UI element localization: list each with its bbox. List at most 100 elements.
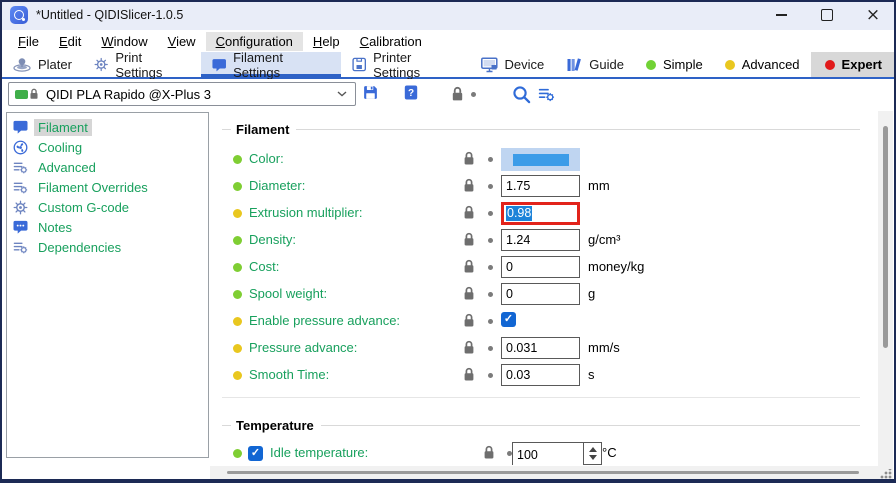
search-button[interactable] <box>512 85 531 104</box>
horizontal-scrollbar[interactable] <box>210 466 878 479</box>
sidebar-item-label: Dependencies <box>34 239 125 256</box>
guide-books-icon <box>566 57 582 73</box>
maximize-button[interactable] <box>804 0 850 30</box>
close-button[interactable]: × <box>850 0 896 30</box>
close-icon: × <box>866 7 880 24</box>
spinner-buttons[interactable] <box>583 443 601 464</box>
section-header-filament: Filament <box>222 118 860 140</box>
tab-filament-settings[interactable]: Filament Settings <box>201 52 341 77</box>
advanced-mode-dot-icon <box>725 60 735 70</box>
tab-print-settings[interactable]: Print Settings <box>83 52 201 77</box>
setting-label: Extrusion multiplier: <box>249 205 362 220</box>
setting-label: Idle temperature: <box>270 445 368 460</box>
enable-pressure-advance-checkbox[interactable]: ✓ <box>501 312 516 327</box>
expert-mode-dot-icon <box>825 60 835 70</box>
lock-icon[interactable] <box>463 286 475 301</box>
mode-advanced[interactable]: Advanced <box>714 52 811 77</box>
app-logo-icon <box>10 6 28 24</box>
sidebar-item-notes[interactable]: Notes <box>7 217 208 237</box>
diameter-input[interactable] <box>501 175 580 197</box>
idle-temperature-input[interactable] <box>513 443 583 466</box>
tab-device[interactable]: Device <box>470 52 556 77</box>
sidebar-item-label: Notes <box>34 219 76 236</box>
gear-icon <box>13 200 28 215</box>
sidebar-item-cooling[interactable]: Cooling <box>7 137 208 157</box>
list-gear-icon <box>13 240 28 255</box>
menu-file[interactable]: File <box>8 32 49 51</box>
lock-icon[interactable] <box>463 151 475 166</box>
idle-temperature-spinner[interactable] <box>512 442 602 465</box>
setting-row-color: Color: <box>222 146 860 173</box>
pressure-advance-input[interactable] <box>501 337 580 359</box>
idle-temperature-checkbox[interactable]: ✓ <box>248 446 263 461</box>
vertical-scrollbar[interactable] <box>878 111 893 480</box>
minimize-button[interactable] <box>758 0 804 30</box>
tab-printer-settings[interactable]: Printer Settings <box>341 52 470 77</box>
sidebar-item-advanced[interactable]: Advanced <box>7 157 208 177</box>
setting-label: Diameter: <box>249 178 305 193</box>
print-settings-gear-icon <box>94 57 108 72</box>
cost-input[interactable] <box>501 256 580 278</box>
sidebar-item-filament-overrides[interactable]: Filament Overrides <box>7 177 208 197</box>
menu-view[interactable]: View <box>158 32 206 51</box>
menu-help[interactable]: Help <box>303 32 350 51</box>
color-swatch-button[interactable] <box>501 148 580 171</box>
compare-settings-button[interactable] <box>538 86 555 103</box>
filament-settings-panel: Filament Color: Diameter: mm <box>222 111 860 480</box>
mode-simple[interactable]: Simple <box>635 52 714 77</box>
setting-row-idle-temperature: ✓ Idle temperature: °C <box>222 440 860 467</box>
smooth-time-input[interactable] <box>501 364 580 386</box>
setting-label: Cost: <box>249 259 279 274</box>
sidebar-item-dependencies[interactable]: Dependencies <box>7 237 208 257</box>
filament-preset-combobox[interactable]: QIDI PLA Rapido @X-Plus 3 <box>8 82 356 106</box>
default-value-dot-icon <box>233 263 242 272</box>
section-title: Filament <box>236 122 289 137</box>
menu-configuration[interactable]: Configuration <box>206 32 303 51</box>
color-swatch <box>513 154 569 166</box>
lock-icon[interactable] <box>463 367 475 382</box>
resize-grip[interactable] <box>880 469 892 479</box>
vertical-scrollbar-thumb[interactable] <box>883 126 888 348</box>
help-button[interactable] <box>403 84 419 101</box>
tab-plater[interactable]: Plater <box>2 52 83 77</box>
title-bar[interactable]: *Untitled - QIDISlicer-1.0.5 × <box>0 0 896 30</box>
lock-icon[interactable] <box>483 445 495 460</box>
mode-expert[interactable]: Expert <box>811 52 896 77</box>
menu-calibration[interactable]: Calibration <box>350 32 432 51</box>
spin-up-icon[interactable] <box>589 447 597 452</box>
lock-icon[interactable] <box>463 313 475 328</box>
menu-window[interactable]: Window <box>91 32 157 51</box>
unit-label: g <box>588 286 595 301</box>
sidebar-item-label: Custom G-code <box>34 199 133 216</box>
extrusion-multiplier-input[interactable]: 0.98 <box>501 202 580 225</box>
notes-icon <box>13 220 28 234</box>
sidebar-item-filament[interactable]: Filament <box>7 117 208 137</box>
modified-value-dot-icon <box>233 344 242 353</box>
lock-toggle-button[interactable] <box>451 86 464 102</box>
spin-down-icon[interactable] <box>589 455 597 460</box>
device-monitor-icon <box>481 57 498 73</box>
revert-dot-icon <box>488 238 493 243</box>
save-preset-button[interactable] <box>362 84 379 101</box>
spool-weight-input[interactable] <box>501 283 580 305</box>
setting-row-enable-pressure-advance: Enable pressure advance: ✓ <box>222 308 860 335</box>
sidebar-item-label: Filament <box>34 119 92 136</box>
menu-edit[interactable]: Edit <box>49 32 91 51</box>
lock-icon[interactable] <box>463 259 475 274</box>
tab-guide[interactable]: Guide <box>555 52 635 77</box>
tab-print-settings-label: Print Settings <box>115 50 189 80</box>
tab-plater-label: Plater <box>38 57 72 72</box>
horizontal-scrollbar-thumb[interactable] <box>227 471 859 474</box>
density-input[interactable] <box>501 229 580 251</box>
default-value-dot-icon <box>233 290 242 299</box>
unit-label: g/cm³ <box>588 232 621 247</box>
revert-dot-icon <box>488 346 493 351</box>
lock-icon[interactable] <box>463 232 475 247</box>
lock-icon[interactable] <box>463 205 475 220</box>
setting-label: Enable pressure advance: <box>249 313 400 328</box>
tab-guide-label: Guide <box>589 57 624 72</box>
list-gear-icon <box>13 160 28 175</box>
lock-icon[interactable] <box>463 340 475 355</box>
lock-icon[interactable] <box>463 178 475 193</box>
sidebar-item-custom-gcode[interactable]: Custom G-code <box>7 197 208 217</box>
